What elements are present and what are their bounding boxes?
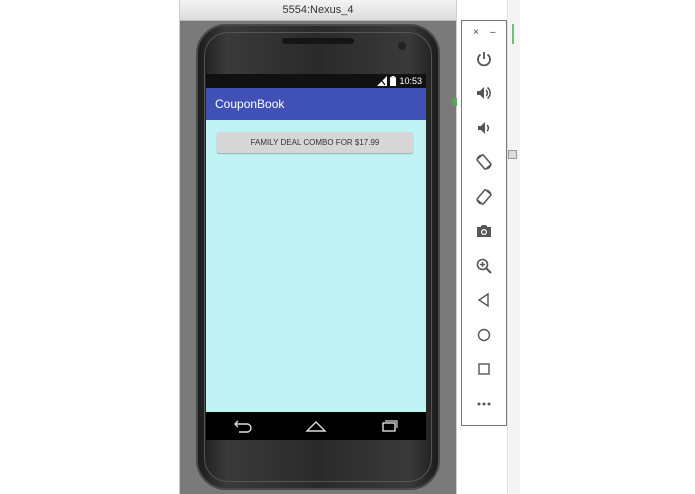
nav-back-button[interactable]	[231, 418, 255, 434]
app-title: CouponBook	[215, 97, 285, 111]
volume-down-button[interactable]	[473, 117, 495, 139]
volume-down-icon	[478, 122, 490, 134]
screenshot-button[interactable]	[473, 220, 495, 242]
overview-icon	[478, 363, 490, 375]
emulator-toolbar: × –	[461, 20, 507, 426]
camera-icon	[477, 225, 491, 237]
home-icon	[305, 421, 327, 432]
signal-icon	[377, 76, 388, 86]
home-icon	[477, 328, 491, 342]
nav-home-button[interactable]	[304, 418, 328, 434]
app-bar: CouponBook	[206, 88, 426, 120]
emulator-title[interactable]: 5554:Nexus_4	[180, 0, 456, 21]
ide-marker	[512, 24, 514, 44]
front-camera	[398, 42, 406, 50]
back-button[interactable]	[473, 289, 495, 311]
home-button[interactable]	[473, 324, 495, 346]
navigation-bar	[206, 412, 426, 440]
more-icon	[477, 402, 491, 406]
zoom-button[interactable]	[473, 255, 495, 277]
more-button[interactable]	[473, 393, 495, 415]
status-bar: 10:53	[206, 74, 426, 88]
power-button[interactable]	[473, 48, 495, 70]
back-icon	[477, 292, 489, 308]
ide-marker	[453, 98, 457, 106]
rotate-right-button[interactable]	[473, 186, 495, 208]
zoom-icon	[476, 258, 492, 274]
nav-recents-button[interactable]	[377, 418, 401, 434]
device-screen: 10:53 CouponBook FAMILY DEAL COMBO FOR $…	[206, 74, 426, 440]
battery-icon	[390, 76, 397, 86]
overview-button[interactable]	[473, 358, 495, 380]
ide-marker	[508, 150, 517, 159]
volume-up-button[interactable]	[473, 82, 495, 104]
minimize-button[interactable]: –	[490, 27, 496, 38]
rotate-right-icon	[476, 189, 492, 205]
status-time: 10:53	[399, 76, 422, 86]
app-content: FAMILY DEAL COMBO FOR $17.99	[206, 120, 426, 412]
ide-background	[507, 0, 520, 494]
power-icon	[477, 52, 491, 67]
close-button[interactable]: ×	[473, 27, 479, 38]
rotate-left-icon	[476, 154, 492, 170]
rotate-left-button[interactable]	[473, 151, 495, 173]
speaker-grille	[282, 38, 354, 44]
family-deal-button[interactable]: FAMILY DEAL COMBO FOR $17.99	[217, 132, 413, 153]
recents-icon	[382, 420, 398, 432]
back-icon	[233, 420, 252, 433]
volume-up-icon	[477, 86, 491, 100]
